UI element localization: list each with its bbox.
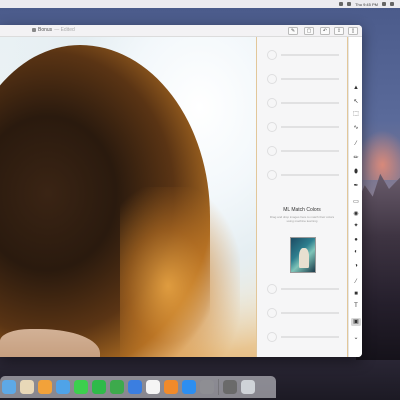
control-center-icon[interactable]: [390, 2, 394, 6]
ghost-row: [267, 143, 339, 159]
ghost-row: [267, 95, 339, 111]
menu-bar-clock[interactable]: Thu 9:45 PM: [355, 2, 378, 7]
wallpaper-mountain: [356, 173, 400, 360]
eraser-tool-icon[interactable]: ▭: [351, 198, 361, 206]
numbers-app-icon[interactable]: [110, 380, 124, 394]
app-window: Bonus — Edited ✎ ▢ ↶ ⇪ ▯ ML Match Colors…: [0, 25, 362, 357]
app-store-icon[interactable]: [182, 380, 196, 394]
ml-panel: [256, 37, 348, 357]
photo-backlight: [120, 187, 240, 357]
finder-app-icon[interactable]: [2, 380, 16, 394]
ml-feature-description: Drag and drop images here to match their…: [269, 215, 335, 223]
sidebar-icon[interactable]: ▯: [348, 27, 358, 35]
eyedropper-tool-icon[interactable]: ⁄: [351, 278, 361, 286]
finder2-app-icon[interactable]: [56, 380, 70, 394]
music-app-icon[interactable]: [146, 380, 160, 394]
bucket-tool-icon[interactable]: ⬮: [351, 168, 361, 176]
blur-tool-icon[interactable]: ●: [351, 236, 361, 244]
marquee-tool-icon[interactable]: ⬚: [351, 110, 361, 118]
system-prefs-icon[interactable]: [200, 380, 214, 394]
dock-divider: [218, 379, 219, 395]
more-tool-icon[interactable]: ⌄: [351, 334, 361, 342]
ghost-row: [267, 119, 339, 135]
ghost-row: [267, 329, 339, 345]
undo-icon[interactable]: ↶: [320, 27, 330, 35]
ml-feature-title: ML Match Colors: [283, 207, 321, 213]
wifi-icon[interactable]: [339, 2, 344, 6]
document-name: Bonus: [38, 27, 53, 33]
adjust-icon[interactable]: ✎: [288, 27, 298, 35]
keynote-app-icon[interactable]: [128, 380, 142, 394]
brush-tool-icon[interactable]: ✏: [351, 154, 361, 162]
thumbnail-figure: [299, 248, 309, 268]
wand-tool-icon[interactable]: ⁄: [351, 140, 361, 148]
preview-app-icon[interactable]: [20, 380, 34, 394]
edited-label: — Edited: [54, 27, 75, 33]
dodge-tool-icon[interactable]: ◐: [351, 248, 361, 256]
menu-bar: Thu 9:45 PM: [0, 0, 400, 8]
messages-app-icon[interactable]: [74, 380, 88, 394]
image-canvas[interactable]: [0, 37, 256, 357]
photo-folder-icon[interactable]: [223, 380, 237, 394]
burn-tool-icon[interactable]: ◑: [351, 262, 361, 270]
ghost-row: [267, 167, 339, 183]
ml-tool-icon[interactable]: ▣: [351, 318, 361, 326]
document-icon: [32, 28, 36, 32]
battery-icon[interactable]: [347, 2, 352, 6]
select-tool-icon[interactable]: ↖: [351, 98, 361, 106]
text-tool-icon[interactable]: T: [351, 302, 361, 310]
dock: [0, 376, 276, 398]
facetime-app-icon[interactable]: [92, 380, 106, 394]
ghost-row: [267, 281, 339, 297]
spotlight-icon[interactable]: [382, 2, 386, 6]
photos-app-icon[interactable]: [38, 380, 52, 394]
document-title[interactable]: Bonus — Edited: [32, 27, 75, 33]
ghost-row: [267, 71, 339, 87]
share-icon[interactable]: ⇪: [334, 27, 344, 35]
ml-drop-target-image[interactable]: [290, 237, 316, 273]
clone-tool-icon[interactable]: ◉: [351, 210, 361, 218]
arrow-tool-icon[interactable]: ▲: [351, 84, 361, 92]
trash-icon[interactable]: [241, 380, 255, 394]
crop-icon[interactable]: ▢: [304, 27, 314, 35]
tools-sidebar: ▲ ↖ ⬚ ∿ ⁄ ✏ ⬮ ✒ ▭ ◉ ✦ ● ◐ ◑ ⁄ ■ T ▣ ⌄: [348, 37, 362, 357]
books-app-icon[interactable]: [164, 380, 178, 394]
ghost-row: [267, 47, 339, 63]
ghost-row: [267, 305, 339, 321]
heal-tool-icon[interactable]: ✦: [351, 222, 361, 230]
title-bar[interactable]: Bonus — Edited ✎ ▢ ↶ ⇪ ▯: [0, 25, 362, 37]
wallpaper-glow: [356, 130, 400, 180]
shape-tool-icon[interactable]: ■: [351, 290, 361, 298]
pen-tool-icon[interactable]: ✒: [351, 182, 361, 190]
lasso-tool-icon[interactable]: ∿: [351, 124, 361, 132]
